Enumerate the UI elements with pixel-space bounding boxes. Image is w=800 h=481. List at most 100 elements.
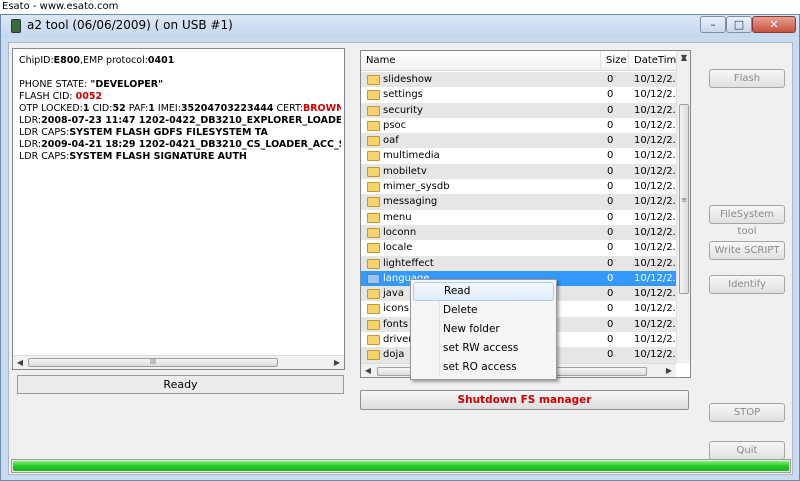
menu-item-set-ro-access[interactable]: set RO access [413,358,554,377]
folder-icon [367,182,380,193]
file-name: multimedia [383,150,440,162]
flash-button[interactable]: Flash [709,69,785,88]
cid-value: 52 [112,103,126,114]
file-row[interactable]: settings 0 10/12/2. [361,87,676,102]
identify-button[interactable]: Identify [709,275,785,294]
folder-icon [367,350,380,361]
file-row[interactable]: menu 0 10/12/2. [361,210,676,225]
file-row[interactable]: locale 0 10/12/2. [361,240,676,255]
scroll-right-icon[interactable]: ▶ [330,356,344,369]
caps1-label: LDR CAPS: [19,127,70,138]
quit-button[interactable]: Quit [709,441,785,460]
maximize-icon[interactable]: □ [726,16,752,33]
paf-label: PAF: [125,103,149,114]
scroll-right-icon[interactable]: ▶ [662,364,676,377]
caps2-value: SYSTEM FLASH SIGNATURE AUTH [69,151,247,162]
menu-item-new-folder[interactable]: New folder [413,320,554,339]
file-datetime: 10/12/2. [634,196,676,208]
menu-item-delete[interactable]: Delete [413,301,554,320]
scroll-thumb[interactable]: III [28,358,278,367]
chip-label: ChipID: [19,55,54,66]
file-size: 0 [607,89,614,101]
ldr1-value: 2008-07-23 11:47 1202-0422_DB3210_EXPLOR… [41,115,341,126]
folder-icon [367,304,380,315]
file-row[interactable]: slideshow 0 10/12/2. [361,72,676,88]
app-window: a2 tool (06/06/2009) ( on USB #1) – □ ✕ … [0,14,800,481]
file-row[interactable]: multimedia 0 10/12/2. [361,148,676,163]
file-size: 0 [607,165,614,177]
file-row[interactable]: security 0 10/12/2. [361,102,676,118]
file-datetime: 10/12/2. [634,349,676,361]
folder-icon [367,258,380,269]
scroll-left-icon[interactable]: ◀ [361,364,375,377]
imei-label: IMEI: [154,103,181,114]
context-menu: Read Delete New folder set RW access set… [410,279,557,380]
ldr2-label: LDR: [19,139,42,150]
stop-button[interactable]: STOP [709,403,785,422]
menu-item-set-rw-access[interactable]: set RW access [413,339,554,358]
file-size: 0 [607,74,614,85]
file-name: security [383,104,423,116]
file-name: fonts [383,318,409,330]
file-datetime: 10/12/2. [634,288,676,300]
minimize-icon[interactable]: – [700,16,726,33]
file-datetime: 10/12/2. [634,135,676,147]
scroll-down-icon[interactable]: ▼ [677,51,690,64]
file-size: 0 [607,211,614,223]
file-name: loconn [383,226,417,238]
file-size: 0 [607,150,614,162]
folder-icon [367,319,380,330]
file-name: lighteffect [383,257,434,269]
file-name: settings [383,89,423,101]
folder-icon [367,273,380,284]
shutdown-fs-manager-button[interactable]: Shutdown FS manager [360,390,689,410]
column-header-size[interactable]: Size [601,51,629,71]
column-header-datetime[interactable]: DateTime [629,51,682,71]
filesystem-tool-button[interactable]: FileSystem tool [709,205,785,237]
phone-state-value: "DEVELOPER" [90,79,164,90]
file-datetime: 10/12/2. [634,150,676,162]
file-row[interactable]: mobiletv 0 10/12/2. [361,163,676,180]
chip-value: E800 [53,55,80,66]
folder-icon [367,243,380,254]
file-datetime: 10/12/2. [634,165,676,177]
file-datetime: 10/12/2. [634,74,676,85]
site-banner: Esato - www.esato.com [0,0,800,14]
file-datetime: 10/12/2. [634,242,676,254]
file-row[interactable]: messaging 0 10/12/2. [361,194,676,210]
file-size: 0 [607,196,614,208]
folder-icon [367,120,380,131]
menu-item-read[interactable]: Read [413,282,554,301]
file-list-header: Name Size DateTime [361,51,682,71]
file-size: 0 [607,104,614,116]
write-script-button[interactable]: Write SCRIPT [709,241,785,260]
caps1-value: SYSTEM FLASH GDFS FILESYSTEM TA [69,127,268,138]
file-vertical-scrollbar[interactable]: ▲ ≡ ▼ [676,51,690,363]
flash-cid-value: 0052 [75,91,103,102]
file-row[interactable]: lighteffect 0 10/12/2. [361,255,676,271]
file-row[interactable]: psoc 0 10/12/2. [361,118,676,133]
file-datetime: 10/12/2. [634,334,676,346]
file-row[interactable]: mimer_sysdb 0 10/12/2. [361,179,676,194]
close-icon[interactable]: ✕ [752,16,796,33]
column-header-name[interactable]: Name [361,51,601,71]
folder-icon [367,289,380,300]
file-datetime: 10/12/2. [634,226,676,238]
file-size: 0 [607,119,614,131]
folder-icon [367,166,380,177]
vertical-scroll-thumb[interactable]: ≡ [679,104,689,294]
info-horizontal-scrollbar[interactable]: ◀ III ▶ [13,355,344,369]
file-datetime: 10/12/2. [634,119,676,131]
status-field: Ready [17,375,344,394]
file-size: 0 [607,242,614,254]
folder-icon [367,151,380,162]
file-datetime: 10/12/2. [634,104,676,116]
file-name: mimer_sysdb [383,181,450,193]
file-row[interactable]: oaf 0 10/12/2. [361,133,676,149]
progress-fill [13,461,789,471]
file-datetime: 10/12/2. [634,303,676,315]
file-size: 0 [607,226,614,238]
file-name: doja [383,349,405,361]
scroll-left-icon[interactable]: ◀ [13,356,27,369]
file-row[interactable]: loconn 0 10/12/2. [361,224,676,241]
